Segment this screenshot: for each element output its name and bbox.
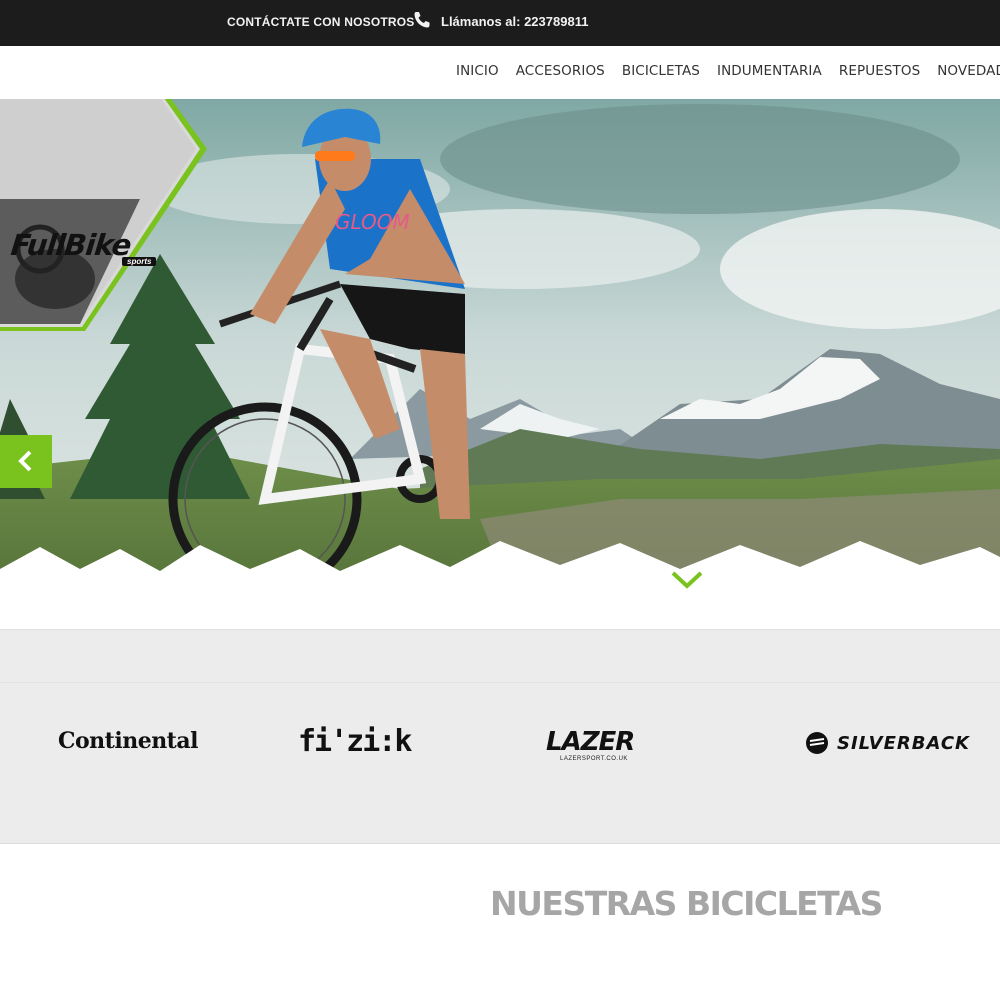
- main-navigation: INICIO ACCESORIOS BICICLETAS INDUMENTARI…: [0, 46, 1000, 99]
- brand-lazer-url: LAZERSPORT.CO.UK: [560, 756, 628, 762]
- brand-continental[interactable]: Continental: [58, 728, 198, 754]
- top-bar: CONTÁCTATE CON NOSOTROS Llámanos al: 223…: [0, 0, 1000, 46]
- nav-menu: INICIO ACCESORIOS BICICLETAS INDUMENTARI…: [456, 63, 1000, 79]
- nav-item-inicio[interactable]: INICIO: [456, 63, 499, 79]
- chevron-down-icon[interactable]: [670, 569, 704, 591]
- logo-badge[interactable]: FullBike sports: [0, 99, 215, 439]
- nav-item-novedades[interactable]: NOVEDADES: [937, 63, 1000, 79]
- slider-dot-4[interactable]: [720, 580, 735, 595]
- nav-item-accesorios[interactable]: ACCESORIOS: [516, 63, 605, 79]
- slider-prev-button[interactable]: [0, 435, 52, 488]
- silverback-logo-icon: [806, 732, 828, 754]
- nav-item-bicicletas[interactable]: BICICLETAS: [622, 63, 700, 79]
- phone-number[interactable]: 223789811: [524, 14, 588, 29]
- nav-item-indumentaria[interactable]: INDUMENTARIA: [717, 63, 822, 79]
- brand-lazer[interactable]: LAZER: [546, 727, 635, 757]
- logo-text: FullBike: [9, 228, 133, 262]
- brands-strip: Continental fi'zi:k LAZER LAZERSPORT.CO.…: [0, 629, 1000, 844]
- brand-silverback[interactable]: SILVERBACK: [837, 733, 970, 754]
- logo-subtext: sports: [122, 257, 157, 266]
- section-title: NUESTRAS BICICLETAS: [490, 884, 883, 923]
- phone-icon: [414, 12, 430, 28]
- slider-dot-1[interactable]: [639, 580, 654, 595]
- chevron-left-icon: [18, 450, 32, 472]
- nav-item-repuestos[interactable]: REPUESTOS: [839, 63, 920, 79]
- svg-text:GLOOM: GLOOM: [335, 210, 410, 234]
- brand-fizik[interactable]: fi'zi:k: [298, 724, 412, 759]
- divider: [0, 682, 1000, 683]
- call-text: Llámanos al: 223789811: [441, 14, 588, 29]
- logo-background: [0, 99, 207, 331]
- contact-link[interactable]: CONTÁCTATE CON NOSOTROS: [227, 15, 414, 29]
- hero-slider: GLOOM FullBike sports: [0, 99, 1000, 629]
- call-label: Llámanos al:: [441, 14, 525, 29]
